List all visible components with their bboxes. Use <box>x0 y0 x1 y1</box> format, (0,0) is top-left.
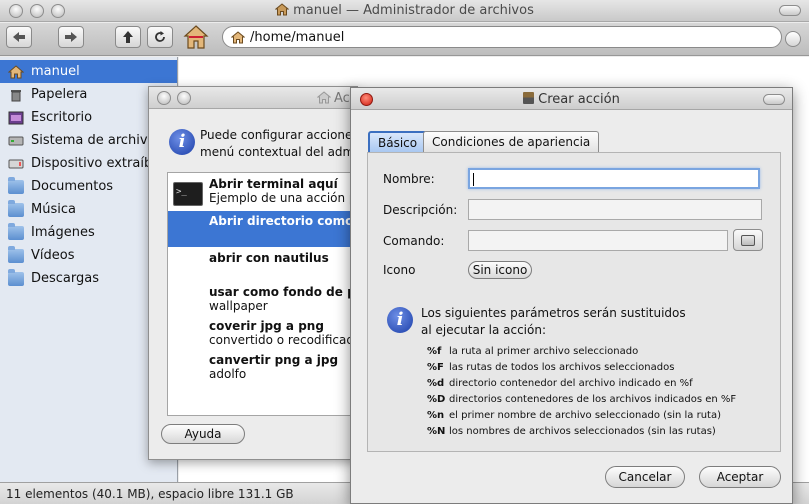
param-row: %D directorios contenedores de los archiv… <box>427 394 737 405</box>
name-field[interactable] <box>468 168 760 189</box>
actions-list[interactable]: >_ Abrir terminal aquí Ejemplo de una ac… <box>167 172 357 416</box>
list-item[interactable]: coverir jpg a png convertido o recodific… <box>168 319 357 349</box>
location-path: /home/manuel <box>250 29 345 45</box>
home-icon <box>8 64 24 78</box>
home-button[interactable] <box>183 24 209 53</box>
params-info-text: Los siguientes parámetros serán sustitui… <box>421 306 686 337</box>
name-label: Nombre: <box>383 172 435 186</box>
up-button[interactable] <box>115 26 141 48</box>
tab-panel <box>367 152 781 452</box>
description-label: Descripción: <box>383 203 458 217</box>
folder-icon <box>8 222 24 240</box>
window-titlebar[interactable]: manuel — Administrador de archivos <box>0 0 809 22</box>
actions-manager-titlebar[interactable]: Ac <box>149 87 357 109</box>
removable-drive-icon <box>8 159 24 168</box>
arrow-right-icon <box>65 32 77 42</box>
folder-icon <box>8 199 24 217</box>
sidebar-item-home[interactable]: manuel <box>0 60 177 83</box>
forward-button[interactable] <box>58 26 84 48</box>
list-item[interactable]: >_ Abrir terminal aquí Ejemplo de una ac… <box>168 177 357 208</box>
toolbar-toggle-button[interactable] <box>779 5 801 16</box>
browse-command-button[interactable] <box>733 229 763 251</box>
param-row: %d directorio contenedor del archivo indi… <box>427 378 693 389</box>
accept-button[interactable]: Aceptar <box>699 466 781 488</box>
window-title: Ac <box>316 91 350 106</box>
cancel-button[interactable]: Cancelar <box>605 466 685 488</box>
folder-icon <box>8 268 24 286</box>
terminal-icon: >_ <box>173 182 203 206</box>
param-row: %n el primer nombre de archivo selecciona… <box>427 410 722 421</box>
help-button[interactable]: Ayuda <box>161 424 245 444</box>
brush-icon <box>523 92 535 104</box>
trash-icon <box>11 89 21 101</box>
toolbar: /home/manuel <box>0 23 809 56</box>
browse-icon <box>741 234 755 246</box>
location-go-button[interactable] <box>785 31 801 47</box>
close-window-button[interactable] <box>157 91 171 105</box>
info-icon: i <box>169 129 195 155</box>
dialog-titlebar[interactable]: Crear acción <box>351 88 792 110</box>
param-row: %F las rutas de todos los archivos selecc… <box>427 362 675 373</box>
toolbar-toggle-button[interactable] <box>763 94 785 105</box>
desktop-icon <box>8 111 24 124</box>
arrow-up-icon <box>123 31 133 43</box>
home-icon <box>275 3 290 16</box>
command-label: Comando: <box>383 234 445 248</box>
icon-label: Icono <box>383 263 416 277</box>
reload-icon <box>155 31 165 42</box>
location-bar[interactable]: /home/manuel <box>222 26 782 48</box>
minimize-window-button[interactable] <box>177 91 191 105</box>
dialog-title: Crear acción <box>351 92 792 107</box>
arrow-left-icon <box>13 32 25 42</box>
back-button[interactable] <box>6 26 32 48</box>
description-field[interactable] <box>468 199 762 220</box>
home-icon <box>231 30 245 43</box>
home-icon <box>316 91 332 104</box>
list-item[interactable]: abrir con nautilus <box>168 251 357 279</box>
info-text: Puede configurar acciones menú contextua… <box>200 128 358 159</box>
tab-appearance-conditions[interactable]: Condiciones de apariencia <box>423 131 600 152</box>
create-action-dialog: Crear acción Básico Condiciones de apari… <box>350 87 793 504</box>
info-icon: i <box>387 307 413 333</box>
actions-manager-window: Ac i Puede configurar acciones menú cont… <box>148 86 358 460</box>
list-item[interactable]: usar como fondo de pa wallpaper <box>168 285 357 315</box>
tab-basic[interactable]: Básico <box>368 131 428 152</box>
drive-icon <box>8 136 24 145</box>
param-row: %N los nombres de archivos seleccionados … <box>427 426 716 437</box>
home-icon <box>183 25 209 49</box>
command-field[interactable] <box>468 230 728 251</box>
folder-icon <box>8 245 24 263</box>
list-item[interactable]: Abrir directorio como r <box>168 211 357 247</box>
window-title: manuel — Administrador de archivos <box>0 3 809 18</box>
choose-icon-button[interactable]: Sin icono <box>468 261 532 279</box>
folder-icon <box>8 176 24 194</box>
reload-button[interactable] <box>147 26 173 48</box>
list-item[interactable]: canvertir png a jpg adolfo <box>168 353 357 383</box>
param-row: %f la ruta al primer archivo seleccionado <box>427 346 639 357</box>
